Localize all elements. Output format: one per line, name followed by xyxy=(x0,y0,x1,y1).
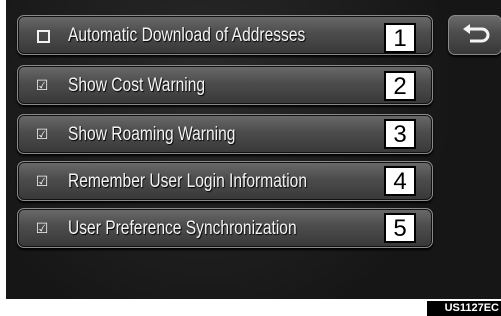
checkbox-unchecked-icon xyxy=(37,30,50,43)
callout-number: 2 xyxy=(384,71,416,101)
settings-screen: Automatic Download of Addresses ☑ Show C… xyxy=(6,0,501,299)
figure-code: US1127EC xyxy=(427,301,501,316)
callout-number: 5 xyxy=(384,213,416,243)
setting-show-cost-warning[interactable]: ☑ Show Cost Warning xyxy=(17,65,433,105)
checkbox-checked-icon: ☑ xyxy=(35,78,49,94)
back-button[interactable] xyxy=(448,15,501,55)
setting-remember-user-login[interactable]: ☑ Remember User Login Information xyxy=(17,161,433,201)
checkbox-checked-icon: ☑ xyxy=(35,127,49,143)
setting-user-preference-sync[interactable]: ☑ User Preference Synchronization xyxy=(17,208,433,248)
setting-label: Show Cost Warning xyxy=(68,75,206,96)
setting-label: User Preference Synchronization xyxy=(68,218,297,239)
setting-automatic-download-addresses[interactable]: Automatic Download of Addresses xyxy=(17,15,433,55)
callout-number: 3 xyxy=(384,119,416,149)
checkbox-checked-icon: ☑ xyxy=(35,174,49,190)
setting-show-roaming-warning[interactable]: ☑ Show Roaming Warning xyxy=(17,114,433,154)
setting-label: Automatic Download of Addresses xyxy=(68,25,306,46)
back-arrow-icon xyxy=(463,24,490,43)
checkbox-checked-icon: ☑ xyxy=(35,221,49,237)
callout-number: 1 xyxy=(384,23,416,53)
callout-number: 4 xyxy=(384,166,416,196)
setting-label: Show Roaming Warning xyxy=(68,124,236,145)
setting-label: Remember User Login Information xyxy=(68,171,308,192)
